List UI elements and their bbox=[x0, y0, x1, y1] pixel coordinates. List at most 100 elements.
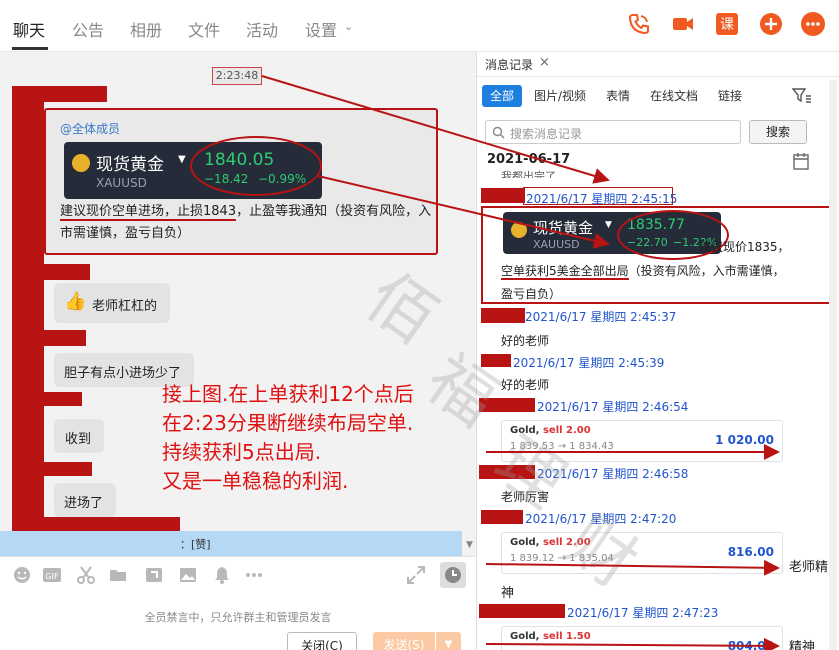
record-text: 空单获利5美金全部出局（投资有风险，入市需谨慎， bbox=[501, 262, 785, 280]
redacted-avatar-column bbox=[12, 90, 44, 582]
scroll-down-icon[interactable]: ▼ bbox=[466, 540, 473, 550]
tab-files[interactable]: 文件 bbox=[188, 17, 220, 41]
more-tools-icon[interactable] bbox=[244, 565, 264, 585]
trade-symbol: Gold, bbox=[510, 631, 540, 642]
record-text: 神 bbox=[501, 586, 515, 601]
input-area[interactable]: GIF 全员禁言中，只允许群主和管理员发言 关闭(C) 发送(S) ▼ bbox=[0, 556, 476, 650]
reply-bubble: 进场了 bbox=[54, 483, 116, 517]
video-call-icon[interactable] bbox=[670, 11, 696, 37]
close-history-icon[interactable]: × bbox=[539, 55, 550, 70]
tab-settings[interactable]: 设置 bbox=[305, 17, 337, 41]
tab-announcement[interactable]: 公告 bbox=[72, 17, 104, 41]
history-clock-icon[interactable] bbox=[440, 562, 466, 588]
emoji-icon[interactable] bbox=[12, 565, 32, 585]
settings-chevron-down-icon[interactable]: ⌄ bbox=[344, 20, 353, 33]
phone-call-icon[interactable] bbox=[626, 11, 652, 37]
add-plus-icon[interactable] bbox=[758, 11, 784, 37]
course-icon-label: 课 bbox=[720, 17, 734, 33]
gold-coin-icon bbox=[511, 222, 527, 238]
message-part-entry: 建议现价空单进场， bbox=[60, 204, 178, 221]
filter-all[interactable]: 全部 bbox=[482, 85, 523, 107]
record-text: 精神 bbox=[789, 640, 816, 650]
redacted-name bbox=[481, 188, 525, 203]
search-button[interactable]: 搜索 bbox=[749, 120, 807, 144]
tab-album[interactable]: 相册 bbox=[130, 17, 162, 41]
gold-dropdown-icon: ▼ bbox=[178, 154, 186, 165]
record-time: 2021/6/17 星期四 2:47:23 bbox=[567, 606, 719, 620]
search-placeholder: 搜索消息记录 bbox=[510, 127, 583, 141]
reply-text: 老师杠杠的 bbox=[92, 299, 158, 314]
record-text-highlight: 空单获利5美金全部出局 bbox=[501, 264, 629, 280]
bell-icon[interactable] bbox=[212, 565, 232, 585]
reply-bubble: 👍 老师杠杠的 bbox=[54, 283, 170, 323]
filter-icon[interactable] bbox=[791, 87, 812, 105]
history-scrollbar[interactable] bbox=[829, 80, 837, 650]
reply-text: 进场了 bbox=[64, 496, 104, 511]
screen-share-icon[interactable] bbox=[144, 565, 164, 585]
redacted-name bbox=[44, 392, 82, 406]
trade-amount: 1 020.00 bbox=[715, 433, 774, 447]
top-nav-bar: 聊天 公告 相册 文件 活动 设置 ⌄ 课 bbox=[0, 0, 839, 52]
trade-amount: 816.00 bbox=[727, 545, 774, 559]
tab-activity[interactable]: 活动 bbox=[246, 17, 278, 41]
svg-text:GIF: GIF bbox=[45, 572, 59, 581]
expand-icon[interactable] bbox=[406, 565, 426, 585]
search-icon bbox=[492, 126, 505, 139]
record-text: 建议现价1835， bbox=[699, 240, 790, 254]
gold-name: 现货黄金 bbox=[96, 155, 164, 175]
trade-card[interactable]: Gold, sell 1.50 804.00 bbox=[501, 626, 783, 650]
redacted-name bbox=[44, 462, 92, 476]
message-history-panel: 消息记录 × 全部 图片/视频 表情 在线文档 链接 搜索消息记录 搜索 202… bbox=[476, 52, 839, 650]
folder-icon[interactable] bbox=[108, 565, 128, 585]
reply-text: 收到 bbox=[65, 432, 92, 447]
gold-coin-icon bbox=[72, 154, 90, 172]
chat-scrollbar[interactable]: ▼ bbox=[463, 52, 476, 556]
record-text: 好的老师 bbox=[501, 334, 550, 348]
message-time: 2:23:48 bbox=[212, 67, 262, 85]
history-tab-title[interactable]: 消息记录 bbox=[485, 56, 533, 73]
active-tab-indicator bbox=[12, 47, 48, 50]
muted-notice: 全员禁言中，只允许群主和管理员发言 bbox=[144, 611, 332, 624]
gold-code: XAUUSD bbox=[96, 176, 147, 190]
record-text: 老师精 bbox=[789, 560, 829, 575]
close-button[interactable]: 关闭(C) bbox=[287, 632, 357, 650]
history-date: 2021-06-17 bbox=[487, 152, 571, 167]
trade-symbol: Gold, bbox=[510, 537, 540, 548]
calendar-icon[interactable] bbox=[793, 152, 809, 170]
record-text-rest: （投资有风险，入市需谨慎， bbox=[628, 264, 785, 278]
trade-title: Gold, sell 1.50 bbox=[510, 631, 591, 642]
filter-docs[interactable]: 在线文档 bbox=[650, 85, 698, 107]
record-time: 2021/6/17 星期四 2:45:37 bbox=[525, 310, 677, 324]
last-message-preview: ：[赞] bbox=[180, 538, 211, 551]
history-search-input[interactable]: 搜索消息记录 bbox=[485, 120, 741, 144]
trade-amount: 804.00 bbox=[727, 639, 774, 650]
reply-text: 胆子有点小进场少了 bbox=[64, 366, 182, 381]
filter-emoji[interactable]: 表情 bbox=[606, 85, 630, 107]
mention-all[interactable]: @全体成员 bbox=[60, 120, 120, 137]
image-icon[interactable] bbox=[178, 565, 198, 585]
tab-chat[interactable]: 聊天 bbox=[13, 17, 45, 41]
message-part-stoploss: 止损1843 bbox=[177, 204, 237, 221]
record-text: 盈亏自负） bbox=[501, 287, 562, 301]
message-short-entry: @全体成员 现货黄金 ▼ XAUUSD 1840.05 −18.42 −0.99… bbox=[44, 108, 438, 255]
new-message-preview-bar[interactable]: ：[赞] bbox=[0, 531, 462, 556]
qq-group-chat-window: 聊天 公告 相册 文件 活动 设置 ⌄ 课 2:23:48 @全体成员 现货黄金… bbox=[0, 0, 839, 650]
record-time: 2021/6/17 星期四 2:46:54 bbox=[537, 400, 689, 414]
scissors-icon[interactable] bbox=[76, 565, 96, 585]
gif-icon[interactable]: GIF bbox=[42, 565, 62, 585]
send-options-chevron-icon[interactable]: ▼ bbox=[436, 632, 461, 650]
send-button[interactable]: 发送(S) bbox=[373, 632, 435, 650]
redacted-name bbox=[44, 330, 86, 346]
gold-code: XAUUSD bbox=[533, 238, 580, 251]
reply-bubble: 收到 bbox=[54, 419, 104, 453]
partial-message: 我都出完了 bbox=[501, 170, 556, 178]
highlight-ellipse bbox=[190, 136, 322, 196]
gold-dropdown-icon: ▼ bbox=[605, 220, 612, 230]
redacted-name bbox=[44, 264, 90, 280]
divider bbox=[477, 76, 839, 77]
filter-links[interactable]: 链接 bbox=[718, 85, 742, 107]
more-options-icon[interactable] bbox=[800, 11, 826, 37]
filter-media[interactable]: 图片/视频 bbox=[534, 85, 586, 107]
course-icon[interactable]: 课 bbox=[714, 11, 740, 37]
annotation-line: 持续获利5点出局. bbox=[162, 440, 322, 464]
